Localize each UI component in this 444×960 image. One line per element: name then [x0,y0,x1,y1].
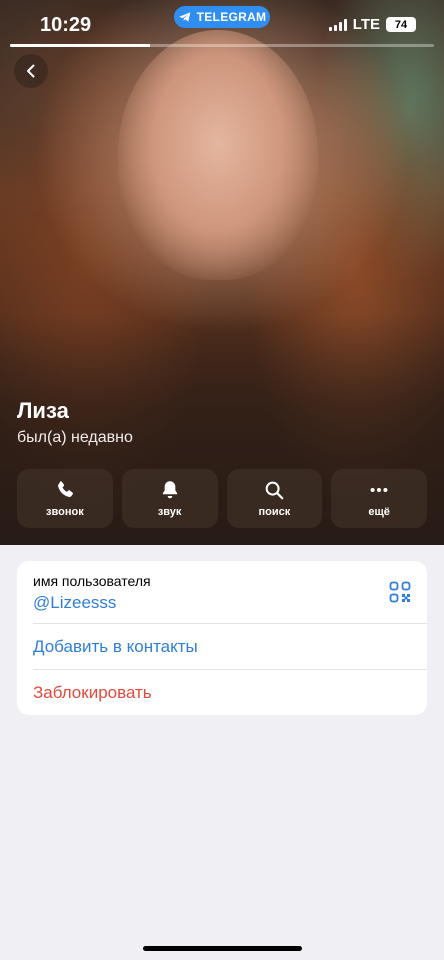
battery-icon: 74 [386,17,416,32]
profile-photo[interactable] [0,0,444,545]
photo-face-region [118,30,318,280]
add-contact-button[interactable]: Добавить в контакты [17,624,427,669]
telegram-pill-label: TELEGRAM [196,10,267,24]
username-row[interactable]: имя пользователя @Lizeesss [17,561,427,623]
profile-info-card: имя пользователя @Lizeesss Добавить в ко… [17,561,427,715]
chevron-left-icon [27,64,35,78]
back-button[interactable] [14,54,48,88]
network-label: LTE [352,16,380,33]
more-button[interactable]: ещё [331,469,427,528]
more-icon [370,487,388,493]
telegram-return-pill[interactable]: TELEGRAM [174,6,270,28]
sound-label: звук [157,506,182,518]
profile-status: был(а) недавно [17,429,133,446]
search-button[interactable]: поиск [226,469,323,528]
status-time: 10:29 [40,14,92,36]
battery-level: 74 [394,18,408,31]
more-label: ещё [368,506,390,518]
call-label: звонок [46,506,84,518]
home-indicator [143,946,302,951]
bell-icon [162,481,177,499]
username-link[interactable]: @Lizeesss [33,593,116,613]
phone-icon [57,481,73,497]
photo-progress-bar [10,44,434,47]
profile-name: Лиза [17,398,69,423]
block-user-button[interactable]: Заблокировать [17,670,427,715]
telegram-icon [178,12,190,22]
username-caption: имя пользователя [33,573,151,589]
sound-button[interactable]: звук [121,469,218,528]
search-label: поиск [258,506,291,518]
search-icon [266,481,284,500]
photo-progress-fill [10,44,150,47]
status-indicators: LTE 74 [328,16,416,33]
qr-code-icon[interactable] [389,581,411,603]
signal-icon [328,18,347,31]
call-button[interactable]: звонок [17,469,113,528]
action-bar: звонок звук поиск ещё [17,469,427,528]
